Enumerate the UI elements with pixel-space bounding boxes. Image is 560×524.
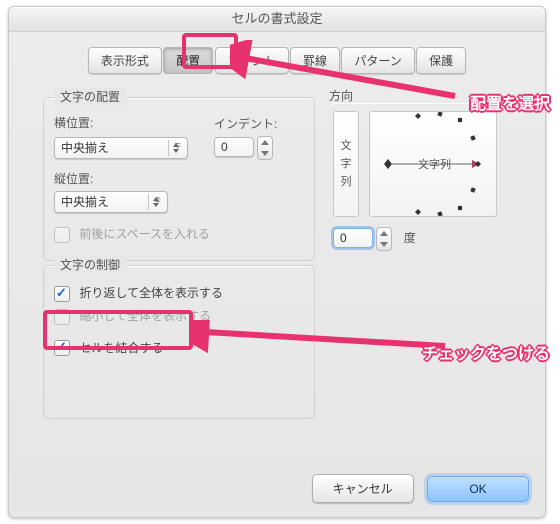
tab-border[interactable]: 罫線 <box>290 47 340 74</box>
group-label-orientation: 方向 <box>329 87 353 104</box>
orientation-dial-text: 文字列 <box>418 157 451 171</box>
checkbox-shrink-to-fit <box>54 309 70 325</box>
input-orientation-degrees[interactable]: 0 <box>333 228 373 248</box>
stepper-orientation-degrees[interactable] <box>376 227 392 251</box>
tab-number-format[interactable]: 表示形式 <box>88 47 162 74</box>
caret-icon <box>168 140 183 156</box>
orientation-vertical-text-char1: 文 <box>341 137 352 155</box>
orientation-dial[interactable]: 文字列 <box>369 111 497 217</box>
dialog-tabs: 表示形式 配置 フォント 罫線 パターン 保護 <box>9 47 545 74</box>
label-wrap-text: 折り返して全体を表示する <box>79 286 223 300</box>
select-value-vertical: 中央揃え <box>61 195 109 209</box>
select-value-horizontal: 中央揃え <box>61 141 109 155</box>
stepper-indent[interactable] <box>257 136 273 160</box>
orientation-degree-row: 0 度 <box>333 227 416 251</box>
label-merge-cells: セルを結合する <box>79 341 163 355</box>
dialog-footer: キャンセル OK <box>302 474 529 503</box>
select-vertical-alignment[interactable]: 中央揃え <box>54 191 168 213</box>
group-orientation: 文 字 列 <box>329 103 503 233</box>
caret-icon <box>148 194 163 210</box>
checkbox-space-before-after <box>54 227 70 243</box>
label-shrink-to-fit: 縮小して全体を表示する <box>79 309 211 323</box>
input-indent[interactable]: 0 <box>214 137 254 157</box>
orientation-vertical-text-char3: 列 <box>341 173 352 191</box>
label-degree-unit: 度 <box>404 231 416 245</box>
format-cells-dialog: セルの書式設定 表示形式 配置 フォント 罫線 パターン 保護 文字の配置 横位… <box>8 6 546 518</box>
select-horizontal-alignment[interactable]: 中央揃え <box>54 137 188 159</box>
label-space-before-after: 前後にスペースを入れる <box>79 227 210 241</box>
label-vertical-alignment: 縦位置: <box>54 170 304 187</box>
checkbox-wrap-text[interactable] <box>54 286 70 302</box>
group-label-text-alignment: 文字の配置 <box>54 88 126 105</box>
checkbox-merge-cells[interactable] <box>54 340 70 356</box>
group-label-text-control: 文字の制御 <box>54 256 126 273</box>
tab-protection[interactable]: 保護 <box>416 47 466 74</box>
tab-font[interactable]: フォント <box>215 47 289 74</box>
orientation-dial-svg: 文字列 <box>370 112 496 216</box>
orientation-vertical-text-char2: 字 <box>341 155 352 173</box>
label-indent: インデント: <box>214 115 277 132</box>
cancel-button[interactable]: キャンセル <box>312 474 414 503</box>
orientation-widget-area: 文 字 列 <box>329 103 503 229</box>
ok-button[interactable]: OK <box>427 476 529 502</box>
tab-alignment[interactable]: 配置 <box>163 47 213 74</box>
tab-pattern[interactable]: パターン <box>341 47 414 74</box>
dialog-title: セルの書式設定 <box>9 7 545 32</box>
group-text-control: 文字の制御 折り返して全体を表示する 縮小して全体を表示する セルを結合する <box>43 265 315 419</box>
orientation-vertical-text-button[interactable]: 文 字 列 <box>333 111 359 217</box>
group-text-alignment: 文字の配置 横位置: 中央揃え インデント: 0 縦位置: <box>43 97 315 261</box>
